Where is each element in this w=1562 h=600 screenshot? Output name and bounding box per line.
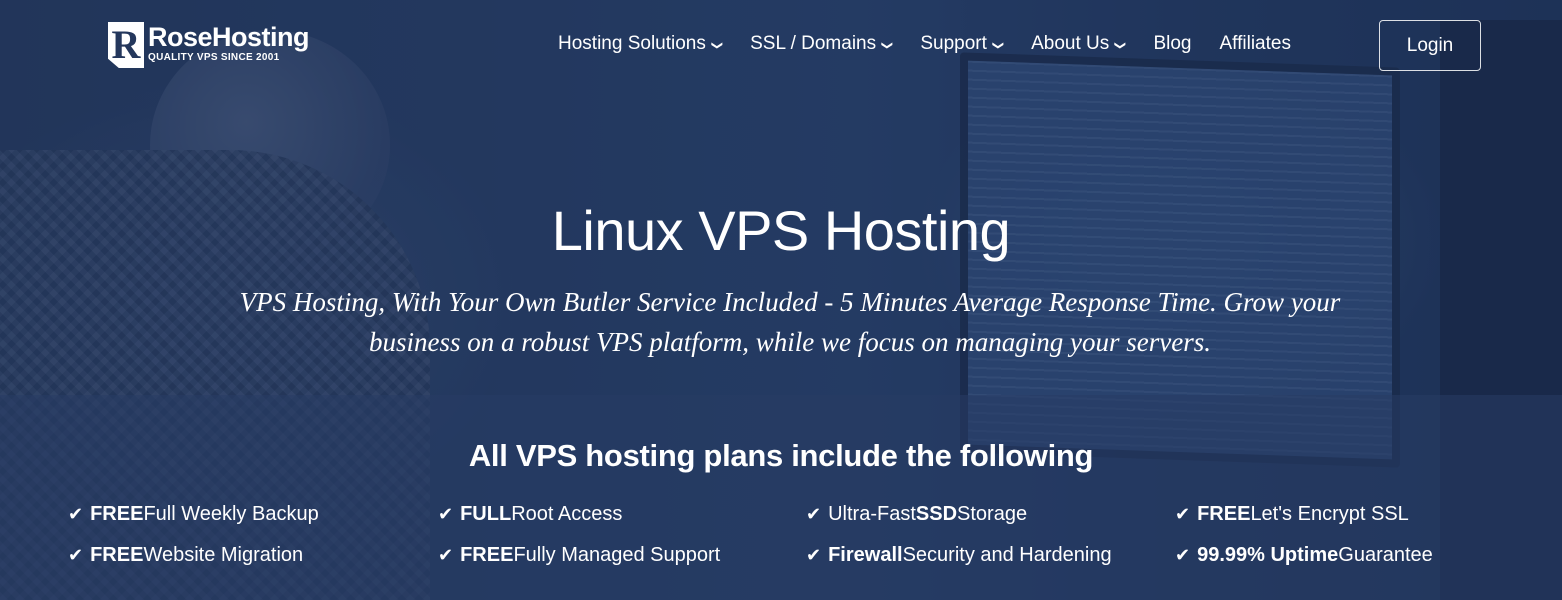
- hero-subtitle: VPS Hosting, With Your Own Butler Servic…: [180, 282, 1400, 362]
- site-header: R RoseHosting QUALITY VPS SINCE 2001 Hos…: [0, 0, 1562, 90]
- chevron-down-icon: ❯: [991, 40, 1004, 50]
- feature-bold: 99.99% Uptime: [1197, 544, 1339, 566]
- nav-label: Affiliates: [1219, 33, 1291, 54]
- features-title: All VPS hosting plans include the follow…: [468, 438, 1094, 473]
- check-icon: ✔: [806, 545, 822, 565]
- nav-hosting-solutions[interactable]: Hosting Solutions ❯: [558, 33, 723, 55]
- feature-text: Fully Managed Support: [513, 544, 721, 566]
- feature-text: Storage: [957, 503, 1028, 525]
- check-icon: ✔: [68, 504, 84, 524]
- nav-blog[interactable]: Blog: [1153, 33, 1191, 55]
- nav-affiliates[interactable]: Affiliates: [1220, 33, 1291, 55]
- feature-item-ssl: ✔ FREE Let's Encrypt SSL: [1175, 503, 1409, 526]
- logo-name: RoseHosting: [148, 22, 310, 52]
- chevron-down-icon: ❯: [881, 40, 894, 50]
- rosehosting-logo[interactable]: R RoseHosting QUALITY VPS SINCE 2001: [108, 22, 310, 68]
- login-button[interactable]: Login: [1379, 20, 1481, 71]
- feature-bold: FREE: [460, 544, 514, 566]
- feature-bold: Firewall: [828, 544, 903, 566]
- main-nav: Hosting Solutions ❯ SSL / Domains ❯ Supp…: [558, 33, 1319, 55]
- logo-mark: R: [108, 22, 144, 68]
- nav-label: About Us: [1031, 33, 1110, 54]
- feature-text: Root Access: [511, 503, 623, 525]
- feature-bold: FREE: [90, 503, 144, 525]
- feature-item-firewall: ✔ Firewall Security and Hardening: [806, 544, 1112, 567]
- feature-item-website-migration: ✔ FREE Website Migration: [68, 544, 303, 567]
- feature-item-uptime: ✔ 99.99% Uptime Guarantee: [1175, 544, 1433, 567]
- feature-text: Let's Encrypt SSL: [1250, 503, 1409, 525]
- feature-bold: FREE: [1197, 503, 1251, 525]
- check-icon: ✔: [438, 545, 454, 565]
- check-icon: ✔: [68, 545, 84, 565]
- nav-about-us[interactable]: About Us ❯: [1031, 33, 1127, 55]
- nav-ssl-domains[interactable]: SSL / Domains ❯: [750, 33, 894, 55]
- nav-label: SSL / Domains: [750, 33, 877, 54]
- feature-item-managed-support: ✔ FREE Fully Managed Support: [438, 544, 720, 567]
- feature-bold: SSD: [915, 503, 958, 525]
- features-band: [0, 395, 1562, 600]
- feature-bold: FREE: [90, 544, 144, 566]
- check-icon: ✔: [806, 504, 822, 524]
- feature-text: Full Weekly Backup: [143, 503, 319, 525]
- feature-text: Website Migration: [143, 544, 304, 566]
- feature-pre: Ultra-Fast: [828, 503, 916, 525]
- feature-bold: FULL: [460, 503, 512, 525]
- feature-item-weekly-backup: ✔ FREE Full Weekly Backup: [68, 503, 319, 526]
- hero-subtitle-line-2: business on a robust VPS platform, while…: [369, 327, 1211, 357]
- feature-item-ssd-storage: ✔ Ultra-Fast SSD Storage: [806, 503, 1027, 526]
- check-icon: ✔: [1175, 545, 1191, 565]
- chevron-down-icon: ❯: [1114, 40, 1127, 50]
- nav-label: Hosting Solutions: [558, 33, 706, 54]
- feature-text: Security and Hardening: [902, 544, 1112, 566]
- nav-label: Blog: [1153, 33, 1192, 54]
- chevron-down-icon: ❯: [710, 40, 723, 50]
- hero-title: Linux VPS Hosting: [551, 199, 1011, 262]
- nav-support[interactable]: Support ❯: [920, 33, 1004, 55]
- nav-label: Support: [920, 33, 987, 54]
- check-icon: ✔: [438, 504, 454, 524]
- feature-item-root-access: ✔ FULL Root Access: [438, 503, 622, 526]
- hero-subtitle-line-1: VPS Hosting, With Your Own Butler Servic…: [239, 287, 1341, 317]
- check-icon: ✔: [1175, 504, 1191, 524]
- feature-text: Guarantee: [1338, 544, 1433, 566]
- logo-tagline: QUALITY VPS SINCE 2001: [148, 52, 280, 63]
